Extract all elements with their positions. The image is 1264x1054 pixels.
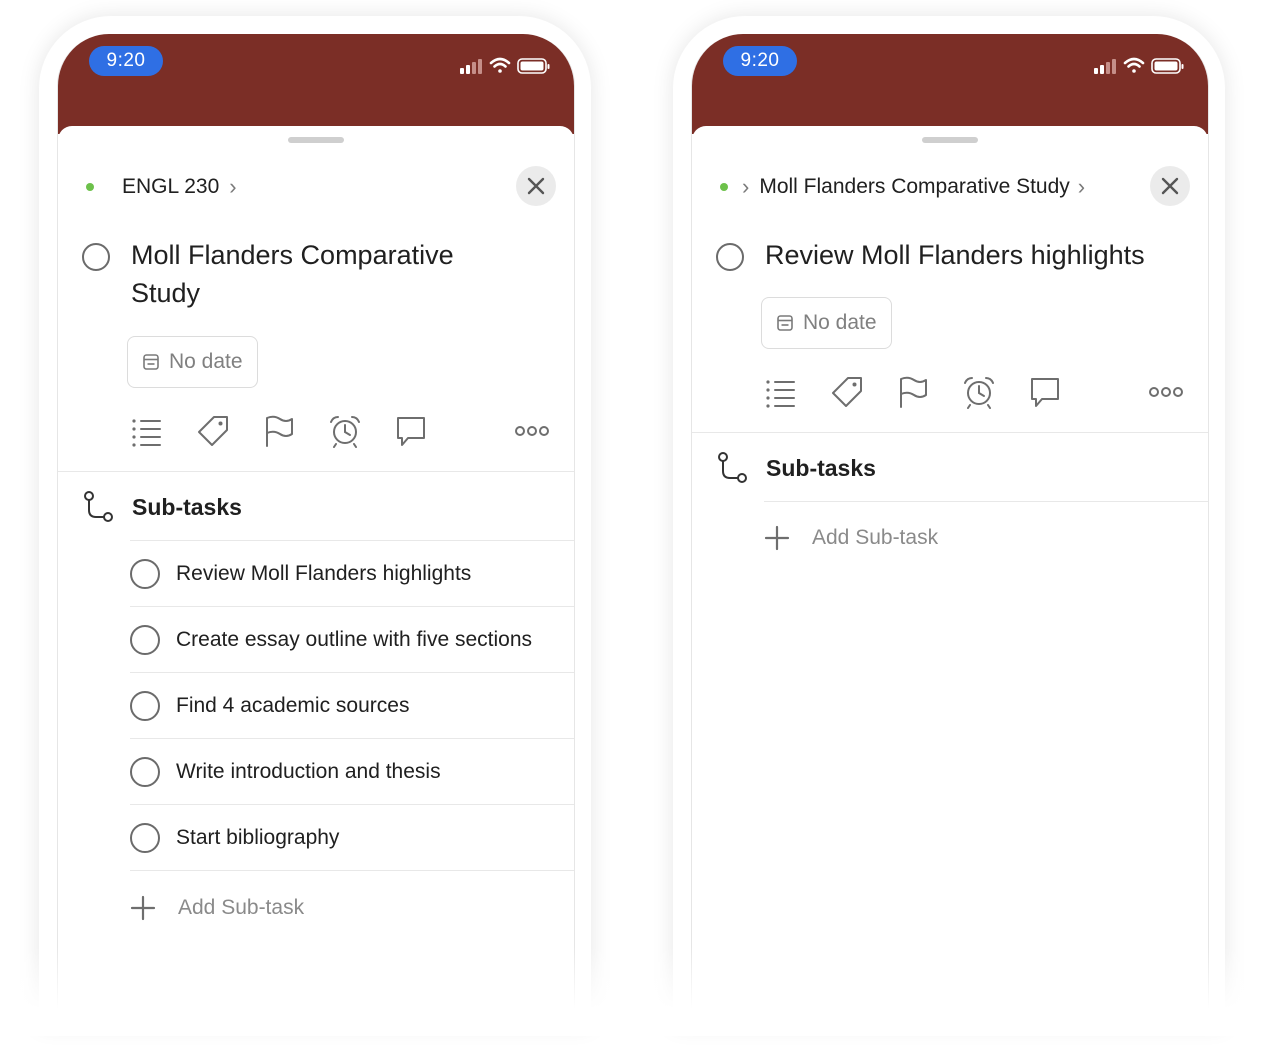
bottom-fade bbox=[0, 946, 631, 1036]
close-icon bbox=[527, 177, 545, 195]
task-title-line1: Moll Flanders Comparative bbox=[131, 240, 454, 270]
task-complete-checkbox[interactable] bbox=[716, 243, 744, 271]
task-toolbar bbox=[762, 375, 1192, 411]
phone-frame-right: 9:20 › Moll Flanders Comparative Study ›… bbox=[633, 16, 1264, 1036]
status-time: 9:20 bbox=[89, 46, 163, 76]
breadcrumb[interactable]: ENGL 230 › bbox=[86, 170, 237, 204]
subtasks-title: Sub-tasks bbox=[766, 455, 876, 481]
subtask-row[interactable]: Write introduction and thesis bbox=[130, 738, 574, 805]
plus-icon bbox=[764, 525, 790, 551]
subtasks-header bbox=[716, 448, 750, 488]
task-title[interactable]: Moll Flanders Comparative Study bbox=[131, 236, 454, 312]
sheet-grabber[interactable] bbox=[922, 137, 978, 143]
add-subtask-label: Add Sub-task bbox=[812, 526, 939, 549]
more-icon[interactable] bbox=[1148, 375, 1188, 409]
alarm-icon[interactable] bbox=[328, 414, 362, 448]
add-subtask-button[interactable]: Add Sub-task bbox=[130, 888, 304, 928]
chevron-right-icon: › bbox=[1077, 174, 1086, 199]
subtasks-header bbox=[82, 487, 116, 527]
chevron-right-icon: › bbox=[229, 174, 237, 199]
calendar-icon bbox=[777, 315, 793, 331]
task-title-line2: Study bbox=[131, 278, 201, 308]
project-dot bbox=[86, 183, 94, 191]
sheet-grabber[interactable] bbox=[288, 137, 344, 143]
screen-left: 9:20 ENGL 230 › Moll Flanders Comparativ… bbox=[57, 34, 575, 1026]
subtask-checkbox[interactable] bbox=[130, 625, 160, 655]
subtask-label[interactable]: Find 4 academic sources bbox=[176, 673, 409, 739]
status-icons bbox=[1092, 56, 1188, 76]
breadcrumb-project[interactable]: ENGL 230 bbox=[122, 175, 219, 199]
wifi-icon bbox=[489, 57, 511, 73]
subtask-list-end bbox=[130, 870, 574, 871]
subtask-list-end bbox=[764, 501, 1208, 502]
subtask-branch-icon bbox=[84, 491, 113, 522]
tag-icon[interactable] bbox=[830, 375, 864, 409]
task-sheet: › Moll Flanders Comparative Study › Revi… bbox=[692, 126, 1208, 1026]
task-complete-checkbox[interactable] bbox=[82, 243, 110, 271]
breadcrumb[interactable]: › Moll Flanders Comparative Study › bbox=[720, 170, 1085, 204]
subtasks-title: Sub-tasks bbox=[132, 494, 242, 520]
subtask-checkbox[interactable] bbox=[130, 691, 160, 721]
subtask-label[interactable]: Create essay outline with five sections bbox=[176, 607, 532, 673]
subtask-row[interactable]: Find 4 academic sources bbox=[130, 672, 574, 739]
subtask-row[interactable]: Review Moll Flanders highlights bbox=[130, 540, 574, 607]
signal-icon bbox=[460, 59, 482, 74]
battery-icon bbox=[1151, 58, 1184, 74]
date-chip[interactable]: No date bbox=[127, 336, 258, 388]
task-title[interactable]: Review Moll Flanders highlights bbox=[765, 236, 1145, 274]
alarm-icon[interactable] bbox=[962, 375, 996, 409]
subtask-label[interactable]: Review Moll Flanders highlights bbox=[176, 541, 471, 607]
task-sheet: ENGL 230 › Moll Flanders Comparative Stu… bbox=[58, 126, 574, 1026]
section-divider bbox=[692, 432, 1208, 433]
section-divider bbox=[58, 471, 574, 472]
flag-icon[interactable] bbox=[262, 414, 296, 448]
close-icon bbox=[1161, 177, 1179, 195]
project-dot bbox=[720, 183, 728, 191]
date-chip-label: No date bbox=[803, 311, 877, 334]
subtask-branch-icon bbox=[718, 452, 747, 483]
status-time: 9:20 bbox=[723, 46, 797, 76]
breadcrumb-parent[interactable]: Moll Flanders Comparative Study bbox=[759, 175, 1069, 199]
subtask-checkbox[interactable] bbox=[130, 559, 160, 589]
close-button[interactable] bbox=[1150, 166, 1190, 206]
screen-right: 9:20 › Moll Flanders Comparative Study ›… bbox=[691, 34, 1209, 1026]
wifi-icon bbox=[1123, 57, 1145, 73]
more-icon[interactable] bbox=[514, 414, 554, 448]
tag-icon[interactable] bbox=[196, 414, 230, 448]
task-toolbar bbox=[128, 414, 558, 450]
add-subtask-label: Add Sub-task bbox=[178, 896, 305, 919]
subtask-checkbox[interactable] bbox=[130, 757, 160, 787]
chevron-right-icon: › bbox=[742, 174, 750, 199]
add-subtask-button[interactable]: Add Sub-task bbox=[764, 518, 938, 558]
comment-icon[interactable] bbox=[394, 414, 428, 448]
flag-icon[interactable] bbox=[896, 375, 930, 409]
battery-icon bbox=[517, 58, 550, 74]
calendar-icon bbox=[143, 354, 159, 370]
subtask-label[interactable]: Write introduction and thesis bbox=[176, 739, 441, 805]
list-icon[interactable] bbox=[130, 414, 164, 448]
subtask-row[interactable]: Create essay outline with five sections bbox=[130, 606, 574, 673]
signal-icon bbox=[1094, 59, 1116, 74]
subtask-label[interactable]: Start bibliography bbox=[176, 805, 339, 871]
close-button[interactable] bbox=[516, 166, 556, 206]
status-icons bbox=[458, 56, 554, 76]
phone-frame-left: 9:20 ENGL 230 › Moll Flanders Comparativ… bbox=[0, 16, 631, 1036]
subtask-checkbox[interactable] bbox=[130, 823, 160, 853]
list-icon[interactable] bbox=[764, 375, 798, 409]
plus-icon bbox=[130, 895, 156, 921]
subtask-row[interactable]: Start bibliography bbox=[130, 804, 574, 871]
bottom-fade bbox=[633, 946, 1264, 1036]
status-bar: 9:20 bbox=[692, 34, 1208, 134]
date-chip[interactable]: No date bbox=[761, 297, 892, 349]
status-bar: 9:20 bbox=[58, 34, 574, 134]
date-chip-label: No date bbox=[169, 350, 243, 373]
comment-icon[interactable] bbox=[1028, 375, 1062, 409]
